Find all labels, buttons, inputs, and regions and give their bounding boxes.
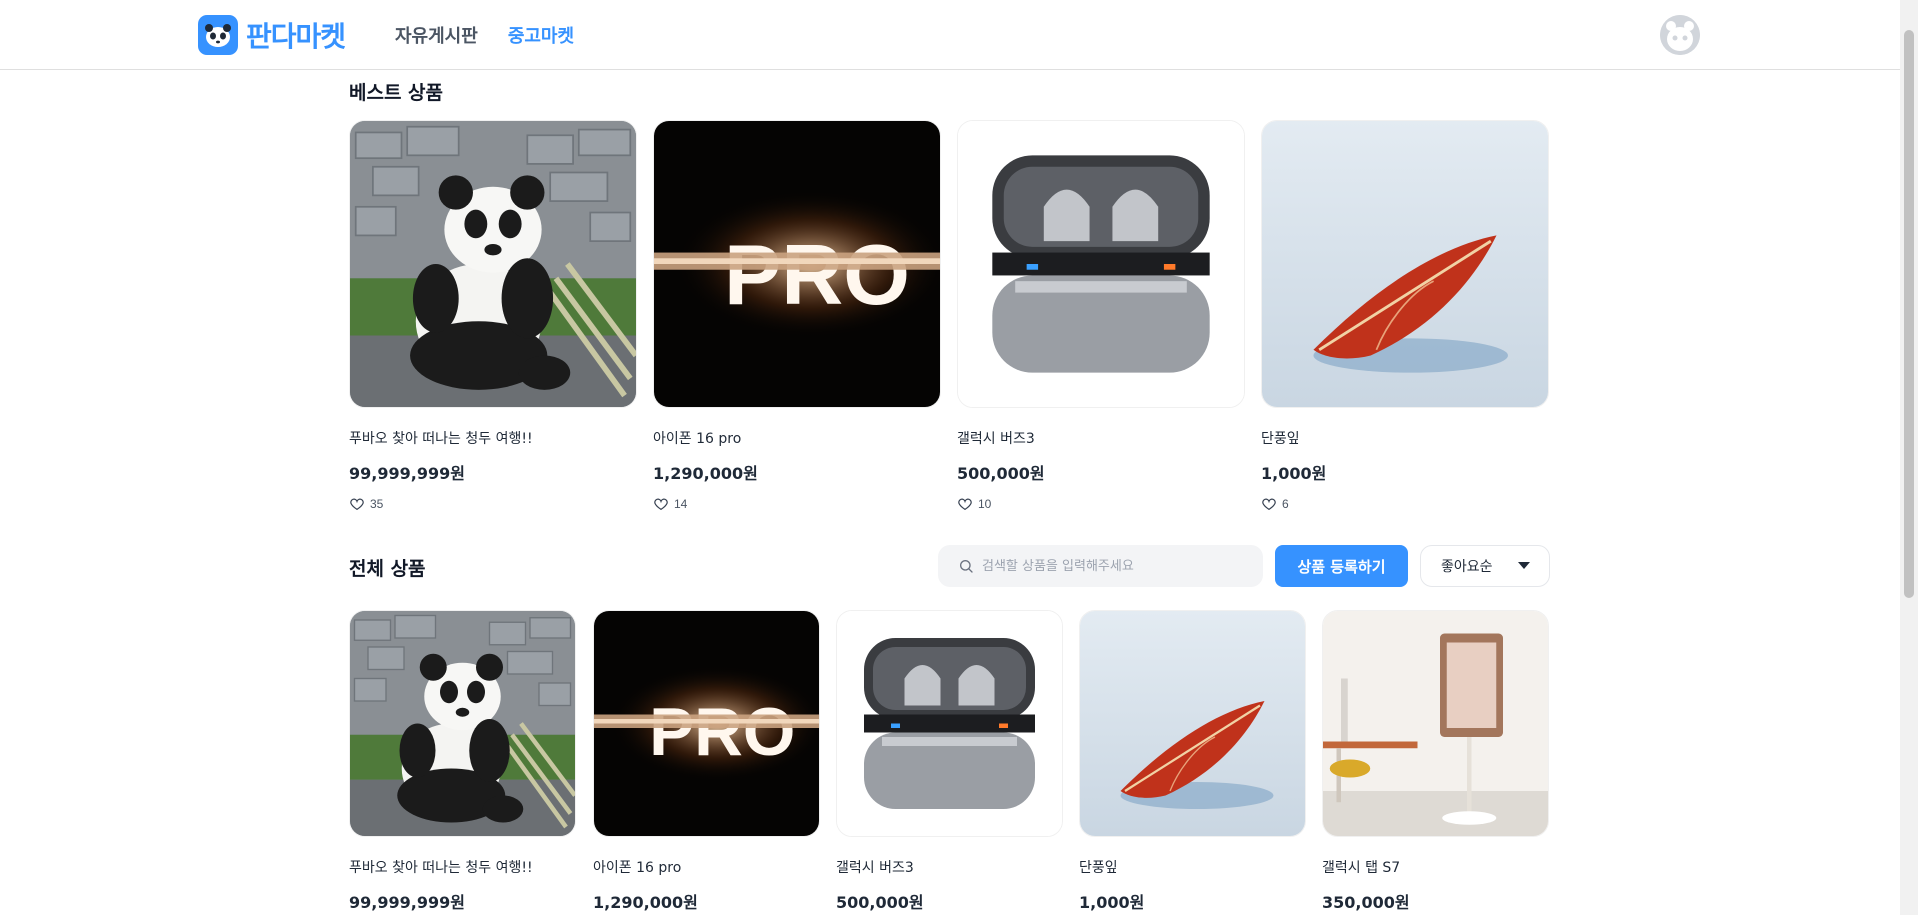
- product-likes: 14: [653, 496, 941, 512]
- best-product-card[interactable]: 푸바오 찾아 떠나는 청두 여행!! 99,999,999원 35: [349, 120, 637, 512]
- product-name: 갤럭시 버즈3: [836, 860, 914, 876]
- product-price: 99,999,999원: [349, 893, 465, 912]
- product-image-iphone[interactable]: PRO: [593, 610, 820, 837]
- product-search[interactable]: [938, 545, 1263, 587]
- page-scrollbar[interactable]: [1900, 0, 1918, 915]
- best-product-card[interactable]: 단풍잎 1,000원 6: [1261, 120, 1549, 512]
- all-products-title: 전체 상품: [349, 558, 426, 580]
- logo-text: 판다마켓: [246, 20, 346, 53]
- nav-used-market[interactable]: 중고마켓: [508, 22, 574, 48]
- product-name: 단풍잎: [1261, 431, 1300, 447]
- product-name: 푸바오 찾아 떠나는 청두 여행!!: [349, 431, 533, 447]
- search-input[interactable]: [982, 558, 1242, 574]
- chevron-down-icon: [1518, 562, 1530, 569]
- product-name: 갤럭시 버즈3: [957, 431, 1035, 447]
- like-count: 35: [370, 497, 384, 511]
- product-price: 500,000원: [836, 893, 924, 912]
- best-product-card[interactable]: PRO 아이폰 16 pro 1,290,000원 14: [653, 120, 941, 512]
- avatar-icon: [1660, 15, 1700, 55]
- product-image-maple-leaf[interactable]: [1261, 120, 1549, 408]
- product-image-iphone[interactable]: PRO: [653, 120, 941, 408]
- product-name: 아이폰 16 pro: [653, 431, 742, 447]
- product-card[interactable]: 푸바오 찾아 떠나는 청두 여행!! 99,999,999원: [349, 610, 576, 913]
- heart-icon[interactable]: [653, 496, 669, 512]
- user-avatar[interactable]: [1660, 15, 1700, 55]
- product-image-panda[interactable]: [349, 610, 576, 837]
- product-price: 1,290,000원: [653, 464, 758, 483]
- nav-free-board[interactable]: 자유게시판: [395, 22, 478, 48]
- product-card[interactable]: 단풍잎 1,000원: [1079, 610, 1306, 913]
- best-product-card[interactable]: 갤럭시 버즈3 500,000원 10: [957, 120, 1245, 512]
- like-count: 10: [978, 497, 992, 511]
- product-likes: 10: [957, 496, 1245, 512]
- svg-text:PRO: PRO: [724, 227, 910, 323]
- product-card[interactable]: 갤럭시 버즈3 500,000원: [836, 610, 1063, 913]
- like-count: 14: [674, 497, 688, 511]
- product-image-tablet-stand[interactable]: [1322, 610, 1549, 837]
- product-price: 1,290,000원: [593, 893, 698, 912]
- product-price: 500,000원: [957, 464, 1045, 483]
- product-price: 99,999,999원: [349, 464, 465, 483]
- sort-dropdown[interactable]: 좋아요순: [1420, 545, 1550, 587]
- product-name: 푸바오 찾아 떠나는 청두 여행!!: [349, 860, 533, 876]
- best-products-title: 베스트 상품: [349, 82, 444, 104]
- product-price: 1,000원: [1261, 464, 1327, 483]
- top-header: 판다마켓 자유게시판 중고마켓: [0, 0, 1900, 70]
- scrollbar-thumb[interactable]: [1904, 30, 1914, 598]
- product-price: 350,000원: [1322, 893, 1410, 912]
- heart-icon[interactable]: [1261, 496, 1277, 512]
- svg-text:PRO: PRO: [649, 695, 795, 770]
- product-image-earbuds[interactable]: [836, 610, 1063, 837]
- product-likes: 6: [1261, 496, 1549, 512]
- search-icon: [960, 560, 973, 573]
- product-image-panda[interactable]: [349, 120, 637, 408]
- product-card[interactable]: 갤럭시 탭 S7 350,000원: [1322, 610, 1549, 913]
- product-name: 아이폰 16 pro: [593, 860, 682, 876]
- register-product-button[interactable]: 상품 등록하기: [1275, 545, 1408, 587]
- product-image-earbuds[interactable]: [957, 120, 1245, 408]
- sort-label: 좋아요순: [1441, 559, 1493, 575]
- like-count: 6: [1282, 497, 1289, 511]
- heart-icon[interactable]: [957, 496, 973, 512]
- product-name: 단풍잎: [1079, 860, 1118, 876]
- main-nav: 자유게시판 중고마켓: [395, 22, 574, 48]
- logo[interactable]: 판다마켓: [198, 15, 346, 55]
- product-price: 1,000원: [1079, 893, 1145, 912]
- product-name: 갤럭시 탭 S7: [1322, 860, 1401, 876]
- product-image-maple-leaf[interactable]: [1079, 610, 1306, 837]
- product-card[interactable]: PRO 아이폰 16 pro 1,290,000원: [593, 610, 820, 913]
- heart-icon[interactable]: [349, 496, 365, 512]
- panda-logo-icon: [198, 15, 238, 55]
- product-likes: 35: [349, 496, 637, 512]
